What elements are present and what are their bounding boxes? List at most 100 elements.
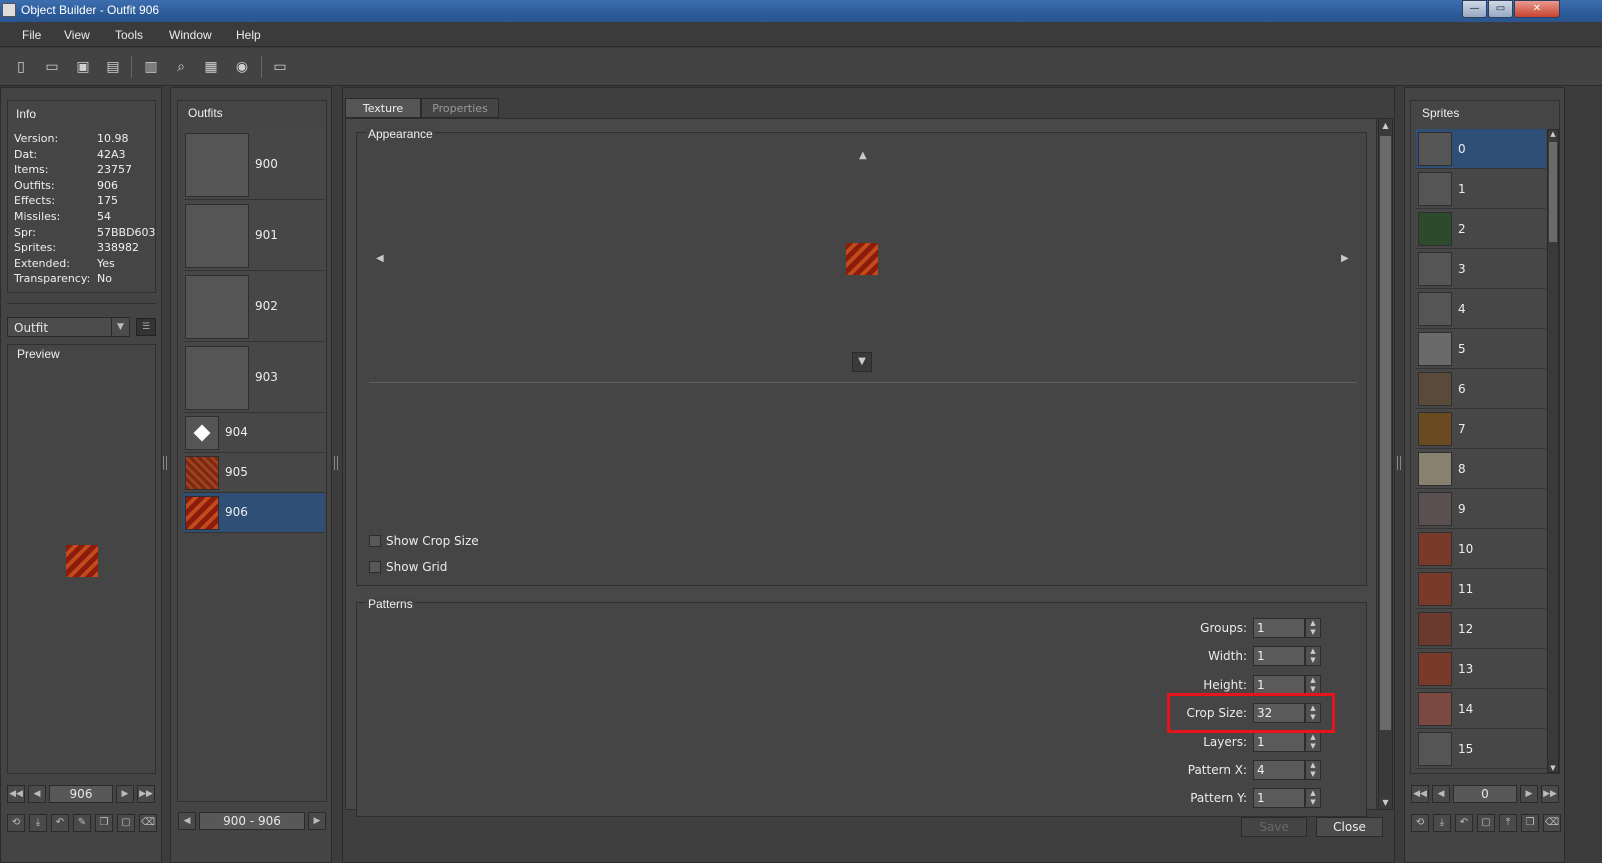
last-page-icon[interactable]: ▶▶ [1541,785,1559,803]
delete-icon[interactable]: ⌫ [1543,814,1561,832]
pattern-value-input[interactable]: 1 [1253,646,1305,667]
sprite-item-8[interactable]: 8 [1416,449,1546,489]
minimize-button[interactable]: — [1462,0,1487,18]
open-folder-icon[interactable]: ▭ [43,58,61,76]
sprite-item-6[interactable]: 6 [1416,369,1546,409]
sprite-item-2[interactable]: 2 [1416,209,1546,249]
outfit-item-905[interactable]: 905 [183,453,325,493]
prev-icon[interactable]: ◀ [1432,785,1450,803]
stepper-icon[interactable]: ▲ ▼ [1305,760,1321,780]
menu-view[interactable]: View [64,28,90,42]
stepper-icon[interactable]: ▲ ▼ [1305,731,1321,752]
save-icon[interactable]: ▣ [74,58,92,76]
duplicate-icon[interactable]: ❐ [95,814,113,832]
stepper-icon[interactable]: ▲ ▼ [1305,646,1321,667]
stepper-icon[interactable]: ▲ ▼ [1305,674,1321,695]
sprite-item-5[interactable]: 5 [1416,329,1546,369]
sprite-item-7[interactable]: 7 [1416,409,1546,449]
undo-icon[interactable]: ↶ [51,814,69,832]
type-select[interactable]: Outfit ▼ [7,317,130,337]
outfits-prev-icon[interactable]: ◀ [178,812,196,830]
menu-tools[interactable]: Tools [115,28,143,42]
splitter-handle[interactable] [1397,456,1401,470]
sprite-item-1[interactable]: 1 [1416,169,1546,209]
arrow-down-icon[interactable]: ▼ [852,352,872,372]
replace-icon[interactable]: ⟲ [7,814,25,832]
sprite-item-3[interactable]: 3 [1416,249,1546,289]
pattern-value-input[interactable]: 1 [1253,731,1305,752]
new-icon[interactable]: ▢ [117,814,135,832]
stepper-icon[interactable]: ▲ ▼ [1305,618,1321,638]
outfits-range[interactable]: 900 - 906 [199,812,305,830]
menu-window[interactable]: Window [169,28,212,42]
settings-icon[interactable]: ▭ [271,58,289,76]
outfit-item-903[interactable]: 903 [183,342,325,413]
duplicate-icon[interactable]: ❐ [1521,814,1539,832]
scroll-thumb[interactable] [1380,136,1391,730]
stepper-icon[interactable]: ▲ ▼ [1305,788,1321,809]
sprites-scrollbar[interactable]: ▲ ▼ [1547,129,1559,773]
compile-icon[interactable]: ▥ [142,58,160,76]
scroll-thumb[interactable] [1549,142,1557,242]
close-button[interactable]: Close [1316,817,1383,837]
arrow-left-icon[interactable]: ◀ [376,253,384,264]
scroll-up-icon[interactable]: ▲ [1548,130,1558,138]
sprite-item-15[interactable]: 15 [1416,729,1546,769]
import-icon[interactable]: ⤓ [1433,814,1451,832]
delete-icon[interactable]: ⌫ [139,814,157,832]
next-icon[interactable]: ▶ [1520,785,1538,803]
sprites-nav-value[interactable]: 0 [1453,785,1517,803]
pattern-value-input[interactable]: 4 [1253,760,1305,780]
scroll-down-icon[interactable]: ▼ [1548,764,1558,772]
outfit-item-901[interactable]: 901 [183,200,325,271]
last-page-icon[interactable]: ▶▶ [137,785,155,803]
save-button[interactable]: Save [1241,817,1307,837]
outfit-item-902[interactable]: 902 [183,271,325,342]
outfits-next-icon[interactable]: ▶ [308,812,326,830]
scroll-up-icon[interactable]: ▲ [1380,121,1391,130]
editor-scrollbar[interactable]: ▲ ▼ [1378,118,1393,810]
undo-icon[interactable]: ↶ [1455,814,1473,832]
sprite-item-4[interactable]: 4 [1416,289,1546,329]
tab-properties[interactable]: Properties [421,98,499,118]
menu-help[interactable]: Help [236,28,261,42]
pattern-value-input[interactable]: 1 [1253,788,1305,809]
export-icon[interactable]: ⤒ [1499,814,1517,832]
sprite-item-11[interactable]: 11 [1416,569,1546,609]
outfit-item-904[interactable]: 904 [183,413,325,453]
arrow-right-icon[interactable]: ▶ [1341,253,1349,264]
find-icon[interactable]: ⌕ [172,58,190,76]
chevron-down-icon[interactable]: ▼ [111,318,129,336]
splitter-handle[interactable] [163,456,167,470]
sprite-viewer-icon[interactable]: ▦ [202,58,220,76]
sprite-item-10[interactable]: 10 [1416,529,1546,569]
first-page-icon[interactable]: ◀◀ [7,785,25,803]
sprite-item-13[interactable]: 13 [1416,649,1546,689]
show-crop-checkbox[interactable] [369,535,381,547]
close-window-button[interactable]: ✕ [1514,0,1560,18]
menu-file[interactable]: File [22,28,41,42]
import-icon[interactable]: ⤓ [29,814,47,832]
sprite-item-12[interactable]: 12 [1416,609,1546,649]
save-as-icon[interactable]: ▤ [104,58,122,76]
arrow-up-icon[interactable]: ▲ [859,150,867,161]
show-grid-checkbox[interactable] [369,561,381,573]
animation-icon[interactable]: ◉ [233,58,251,76]
prev-icon[interactable]: ◀ [28,785,46,803]
sprite-item-14[interactable]: 14 [1416,689,1546,729]
pattern-value-input[interactable]: 1 [1253,674,1305,695]
outfit-item-900[interactable]: 900 [183,129,325,200]
maximize-button[interactable]: ▭ [1488,0,1513,18]
tab-texture[interactable]: Texture [345,98,421,118]
scroll-down-icon[interactable]: ▼ [1380,798,1391,807]
sprite-item-9[interactable]: 9 [1416,489,1546,529]
left-nav-value[interactable]: 906 [49,785,113,803]
new-icon[interactable]: ▢ [1477,814,1495,832]
outfit-item-906[interactable]: 906 [183,493,325,533]
replace-icon[interactable]: ⟲ [1411,814,1429,832]
new-file-icon[interactable]: ▯ [12,58,30,76]
pattern-value-input[interactable]: 1 [1253,618,1305,638]
next-icon[interactable]: ▶ [116,785,134,803]
first-page-icon[interactable]: ◀◀ [1411,785,1429,803]
list-view-icon[interactable]: ☰ [136,318,156,336]
